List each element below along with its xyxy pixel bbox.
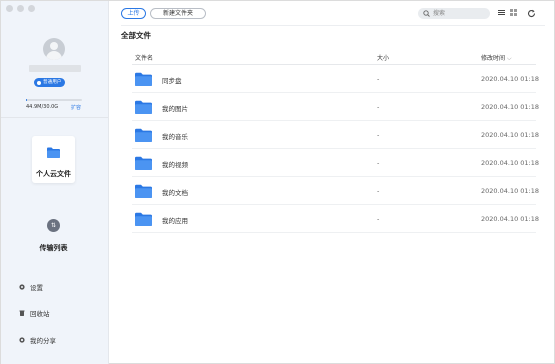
table-row[interactable]: 我的音乐 - 2020.04.10 01:18 [132, 121, 540, 149]
file-table-header: 文件名 大小 修改时间 ⌵ [132, 49, 536, 65]
file-name: 我的视频 [162, 161, 188, 169]
file-modified: 2020.04.10 01:18 [481, 215, 540, 223]
file-modified: 2020.04.10 01:18 [481, 159, 540, 167]
storage-quota-fill [26, 99, 28, 101]
sidebar-divider [1, 117, 108, 118]
file-table: 文件名 大小 修改时间 ⌵ 同步盘 - 2020.04.10 01:18 我的图片 - 2… [132, 49, 540, 233]
folder-icon [135, 72, 152, 86]
file-modified: 2020.04.10 01:18 [481, 131, 540, 139]
trash-icon [19, 310, 25, 316]
table-row[interactable]: 我的视频 - 2020.04.10 01:18 [132, 149, 540, 177]
search-input[interactable] [433, 9, 483, 18]
folder-icon [47, 147, 60, 158]
transfer-icon: ⇅ [47, 219, 60, 232]
file-name: 我的应用 [162, 217, 188, 225]
folder-icon [135, 100, 152, 114]
file-size: - [377, 215, 380, 223]
grid-view-icon[interactable] [510, 9, 517, 16]
storage-quota-text: 44.9M/30.0G [26, 104, 59, 110]
search-box[interactable] [418, 8, 490, 19]
window-controls [6, 5, 35, 12]
minimize-window-button[interactable] [17, 5, 24, 12]
avatar[interactable] [43, 38, 65, 60]
sidebar: 普通用户 44.9M/30.0G 扩容 个人云文件 ⇅ 传输列表 设置 回收站 … [1, 1, 109, 364]
sidebar-item-recycle[interactable]: 回收站 [19, 308, 50, 318]
file-list: 同步盘 - 2020.04.10 01:18 我的图片 - 2020.04.10 01:1… [132, 65, 540, 233]
folder-icon [135, 184, 152, 198]
nav-personal-cloud[interactable]: 个人云文件 [32, 136, 75, 183]
new-folder-button[interactable]: 新建文件夹 [150, 8, 206, 19]
maximize-window-button[interactable] [28, 5, 35, 12]
file-modified: 2020.04.10 01:18 [481, 187, 540, 195]
folder-icon [135, 128, 152, 142]
gear-icon [19, 284, 25, 290]
toolbar-divider [121, 25, 545, 26]
file-name: 我的音乐 [162, 133, 188, 141]
username-redacted [29, 65, 81, 72]
file-size: - [377, 131, 380, 139]
breadcrumb: 全部文件 [121, 31, 151, 40]
storage-quota-bar [26, 99, 82, 101]
file-size: - [377, 103, 380, 111]
folder-icon [135, 156, 152, 170]
table-row[interactable]: 我的应用 - 2020.04.10 01:18 [132, 205, 540, 233]
nav-transfer-label: 传输列表 [39, 244, 68, 252]
badge-label: 普通用户 [43, 80, 62, 85]
file-modified: 2020.04.10 01:18 [481, 103, 540, 111]
avatar-head-shape [50, 42, 58, 50]
folder-icon [135, 212, 152, 226]
nav-transfer-list[interactable]: ⇅ 传输列表 [32, 216, 75, 256]
sidebar-item-settings-label: 设置 [30, 284, 43, 292]
badge-dot-icon [37, 80, 41, 85]
column-header-modified[interactable]: 修改时间 ⌵ [481, 53, 512, 63]
share-icon [19, 337, 25, 343]
upload-button[interactable]: 上传 [121, 8, 146, 19]
main-panel: 上传 新建文件夹 全部文件 文件名 [109, 1, 555, 364]
close-window-button[interactable] [6, 5, 13, 12]
list-view-icon[interactable] [498, 9, 505, 16]
user-level-badge: 普通用户 [34, 78, 66, 87]
expand-storage-link[interactable]: 扩容 [71, 104, 81, 111]
search-icon [423, 10, 430, 17]
table-row[interactable]: 我的文档 - 2020.04.10 01:18 [132, 177, 540, 205]
nav-personal-cloud-label: 个人云文件 [36, 170, 71, 178]
sidebar-item-settings[interactable]: 设置 [19, 282, 43, 292]
file-size: - [377, 75, 380, 83]
sidebar-item-shares[interactable]: 我的分享 [19, 335, 56, 345]
sort-chevron-icon: ⌵ [506, 55, 512, 62]
file-name: 我的图片 [162, 105, 188, 113]
avatar-body-shape [46, 51, 62, 60]
file-name: 我的文档 [162, 189, 188, 197]
refresh-icon[interactable] [527, 9, 536, 18]
file-size: - [377, 187, 380, 195]
table-row[interactable]: 同步盘 - 2020.04.10 01:18 [132, 65, 540, 93]
column-header-name[interactable]: 文件名 [135, 53, 153, 62]
sidebar-item-shares-label: 我的分享 [30, 337, 56, 345]
app-window: 普通用户 44.9M/30.0G 扩容 个人云文件 ⇅ 传输列表 设置 回收站 … [0, 0, 555, 364]
column-header-size[interactable]: 大小 [377, 53, 389, 62]
sidebar-item-recycle-label: 回收站 [30, 310, 50, 318]
table-row[interactable]: 我的图片 - 2020.04.10 01:18 [132, 93, 540, 121]
file-size: - [377, 159, 380, 167]
file-modified: 2020.04.10 01:18 [481, 75, 540, 83]
column-header-modified-label: 修改时间 [481, 55, 506, 62]
view-mode-toggle [498, 9, 517, 16]
file-name: 同步盘 [162, 77, 182, 85]
